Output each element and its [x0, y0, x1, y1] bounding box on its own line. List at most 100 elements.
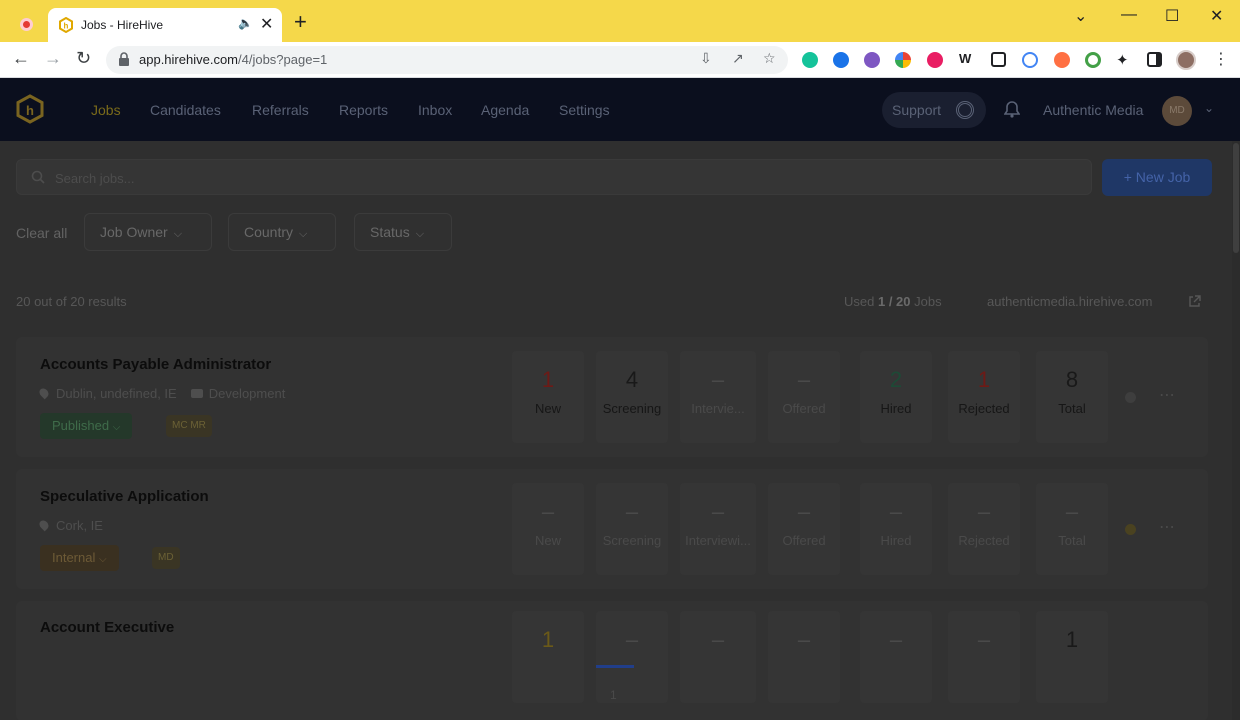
- install-app-icon[interactable]: ⇩: [700, 50, 712, 67]
- job-title[interactable]: Accounts Payable Administrator: [40, 356, 271, 373]
- hirehive-favicon-icon: h: [59, 17, 73, 33]
- stat-rejected[interactable]: – Rejected: [948, 483, 1020, 575]
- gear-extension-icon[interactable]: [864, 52, 880, 68]
- search-extension-icon[interactable]: [1022, 52, 1038, 68]
- green-ring-extension-icon[interactable]: [1085, 52, 1101, 68]
- back-arrow-icon[interactable]: ←: [12, 48, 30, 69]
- stat-hired[interactable]: 2 Hired: [860, 351, 932, 443]
- job-more-options-icon[interactable]: ⋯: [1159, 385, 1176, 405]
- job-card[interactable]: Accounts Payable Administrator Dublin, u…: [16, 337, 1208, 457]
- plus-icon: +: [1123, 169, 1132, 185]
- lock-icon: [119, 52, 129, 66]
- nav-referrals[interactable]: Referrals: [252, 102, 309, 118]
- tab-close-icon[interactable]: ✕: [260, 14, 273, 34]
- stat-hired[interactable]: – Hired: [860, 483, 932, 575]
- new-job-button[interactable]: + New Job: [1102, 159, 1212, 196]
- organization-name[interactable]: Authentic Media: [1043, 102, 1143, 118]
- speaker-icon[interactable]: 🔈: [238, 16, 253, 30]
- stat-interviewing[interactable]: – Intervie...: [680, 351, 756, 443]
- job-card[interactable]: Account Executive 1 – – – – – 1: [16, 601, 1208, 720]
- color-picker-extension-icon[interactable]: [895, 52, 911, 68]
- stat-new[interactable]: 1: [512, 611, 584, 703]
- pagination-page[interactable]: 1: [610, 688, 617, 702]
- stat-screening[interactable]: 4 Screening: [596, 351, 668, 443]
- wikipedia-extension-icon[interactable]: W: [959, 51, 971, 66]
- new-job-label: New Job: [1135, 169, 1191, 185]
- nav-inbox[interactable]: Inbox: [418, 102, 452, 118]
- new-tab-plus-icon[interactable]: +: [294, 11, 307, 33]
- nav-settings[interactable]: Settings: [559, 102, 610, 118]
- nav-candidates[interactable]: Candidates: [150, 102, 221, 118]
- stat-hired[interactable]: –: [860, 611, 932, 703]
- location-pin-icon: [37, 518, 51, 532]
- recording-indicator-icon: [20, 18, 33, 31]
- filter-job-owner[interactable]: Job Owner ⌵: [84, 213, 212, 251]
- address-bar[interactable]: app.hirehive.com/4/jobs?page=1 ⇩ ↗ ☆: [106, 46, 788, 74]
- job-more-options-icon[interactable]: ⋯: [1159, 517, 1176, 537]
- stat-interviewing[interactable]: –: [680, 611, 756, 703]
- minimize-icon[interactable]: —: [1121, 6, 1137, 24]
- stat-rejected[interactable]: 1 Rejected: [948, 351, 1020, 443]
- main-content: + New Job Clear all Job Owner⌵ Country⌵ …: [0, 141, 1240, 720]
- support-button[interactable]: Support: [882, 92, 986, 128]
- reload-icon[interactable]: ↻: [76, 48, 91, 69]
- extensions-puzzle-icon[interactable]: ✦: [1116, 51, 1129, 69]
- filter-status[interactable]: Status ⌵: [354, 213, 452, 251]
- stat-screening[interactable]: – Screening: [596, 483, 668, 575]
- careers-site-link[interactable]: authenticmedia.hirehive.com: [987, 294, 1152, 309]
- tab-search-chevron-icon[interactable]: ⌄: [1074, 6, 1087, 26]
- stat-interviewing[interactable]: – Interviewi...: [680, 483, 756, 575]
- browser-tab-active[interactable]: h Jobs - HireHive 🔈 ✕: [48, 8, 282, 42]
- search-input[interactable]: [55, 168, 1055, 188]
- bookmark-star-icon[interactable]: ☆: [763, 50, 776, 67]
- profile-avatar[interactable]: [1176, 50, 1196, 70]
- job-title[interactable]: Account Executive: [40, 619, 174, 636]
- job-status-dot-icon: [1125, 524, 1136, 535]
- bell-icon[interactable]: [1004, 100, 1020, 118]
- status-dropdown[interactable]: Internal ⌵: [40, 545, 119, 571]
- stat-new[interactable]: – New: [512, 483, 584, 575]
- user-avatar[interactable]: MD: [1162, 96, 1192, 126]
- pagination-active-indicator: [596, 665, 634, 668]
- url-text: app.hirehive.com/4/jobs?page=1: [139, 52, 328, 67]
- window-close-icon[interactable]: ✕: [1210, 6, 1223, 26]
- blue-extension-icon[interactable]: [833, 52, 849, 68]
- clear-all-filters-link[interactable]: Clear all: [16, 225, 67, 241]
- job-location: Cork, IE: [37, 518, 103, 533]
- nav-agenda[interactable]: Agenda: [481, 102, 529, 118]
- stat-screening[interactable]: –: [596, 611, 668, 703]
- chevron-down-icon: ⌵: [112, 422, 121, 433]
- filter-country[interactable]: Country ⌵: [228, 213, 336, 251]
- job-title[interactable]: Speculative Application: [40, 488, 209, 505]
- stat-offered[interactable]: –: [768, 611, 840, 703]
- stat-rejected[interactable]: –: [948, 611, 1020, 703]
- nav-reports[interactable]: Reports: [339, 102, 388, 118]
- pink-extension-icon[interactable]: [927, 52, 943, 68]
- stat-new[interactable]: 1 New: [512, 351, 584, 443]
- browser-menu-icon[interactable]: ⋮: [1213, 49, 1229, 69]
- stat-total[interactable]: 1: [1036, 611, 1108, 703]
- share-icon[interactable]: ↗: [732, 50, 744, 67]
- stat-total[interactable]: – Total: [1036, 483, 1108, 575]
- status-dropdown[interactable]: Published ⌵: [40, 413, 133, 439]
- orange-extension-icon[interactable]: [1054, 52, 1070, 68]
- maximize-icon[interactable]: ☐: [1165, 6, 1179, 26]
- account-chevron-down-icon[interactable]: ⌄: [1204, 101, 1214, 115]
- app-header: h Jobs Candidates Referrals Reports Inbo…: [0, 78, 1240, 141]
- external-link-icon[interactable]: [1188, 295, 1201, 308]
- grammarly-extension-icon[interactable]: [802, 52, 818, 68]
- stat-offered[interactable]: – Offered: [768, 351, 840, 443]
- chevron-down-icon: ⌵: [299, 228, 308, 240]
- scrollbar-thumb[interactable]: [1233, 143, 1239, 253]
- job-status-dot-icon: [1125, 392, 1136, 403]
- stat-offered[interactable]: – Offered: [768, 483, 840, 575]
- hirehive-logo-icon[interactable]: h: [16, 94, 44, 124]
- side-panel-icon[interactable]: [1147, 52, 1162, 67]
- stat-total[interactable]: 8 Total: [1036, 351, 1108, 443]
- nav-jobs[interactable]: Jobs: [91, 102, 121, 118]
- job-card[interactable]: Speculative Application Cork, IE Interna…: [16, 469, 1208, 589]
- forward-arrow-icon[interactable]: →: [44, 48, 62, 69]
- vertical-scrollbar[interactable]: [1232, 141, 1240, 720]
- notion-extension-icon[interactable]: [991, 52, 1006, 67]
- chevron-down-icon: ⌵: [99, 554, 107, 565]
